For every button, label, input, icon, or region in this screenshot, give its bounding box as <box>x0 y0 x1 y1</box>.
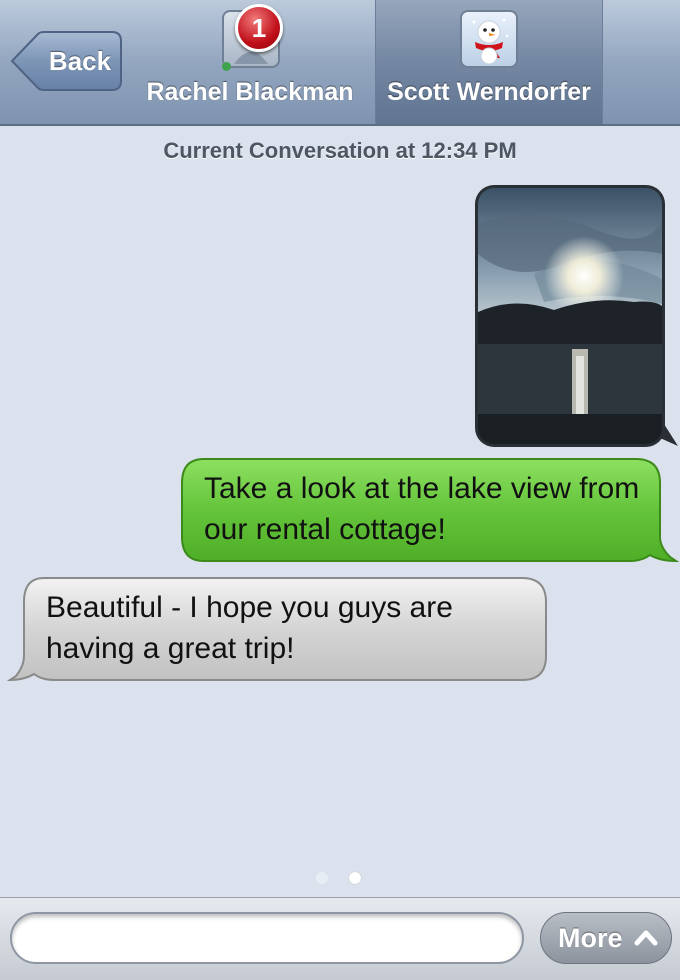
more-button-label: More <box>558 923 623 953</box>
page-indicator[interactable] <box>316 872 366 886</box>
message-text: Beautiful - I hope you guys are having a… <box>46 591 453 665</box>
contact-name: Scott Werndorfer <box>387 78 591 106</box>
snowman-avatar-icon <box>460 10 518 68</box>
conversation-header: Back 1 Rachel Blackman Scott Werndorfer <box>0 0 680 126</box>
outgoing-message-bubble[interactable]: Take a look at the lake view from our re… <box>180 457 680 569</box>
message-text-field[interactable] <box>10 912 524 964</box>
incoming-message-bubble[interactable]: Beautiful - I hope you guys are having a… <box>6 576 551 688</box>
page-dot-active[interactable] <box>349 872 361 884</box>
back-button-label: Back <box>48 46 112 76</box>
contact-tab-rachel-blackman[interactable]: 1 Rachel Blackman <box>135 0 365 124</box>
chevron-up-icon <box>634 930 658 946</box>
unread-badge: 1 <box>235 4 283 52</box>
back-button[interactable]: Back <box>10 31 122 91</box>
photo-message-bubble[interactable] <box>474 184 680 452</box>
conversation-timestamp: Current Conversation at 12:34 PM <box>163 138 517 163</box>
contact-tab-scott-werndorfer[interactable]: Scott Werndorfer <box>375 0 603 124</box>
page-dot[interactable] <box>316 872 328 884</box>
message-input-bar: More <box>0 897 680 980</box>
online-status-dot-icon <box>222 62 231 71</box>
message-text: Take a look at the lake view from our re… <box>204 472 640 546</box>
contact-name: Rachel Blackman <box>146 78 354 106</box>
more-button[interactable]: More <box>540 912 672 964</box>
lake-sunset-photo <box>475 185 678 447</box>
